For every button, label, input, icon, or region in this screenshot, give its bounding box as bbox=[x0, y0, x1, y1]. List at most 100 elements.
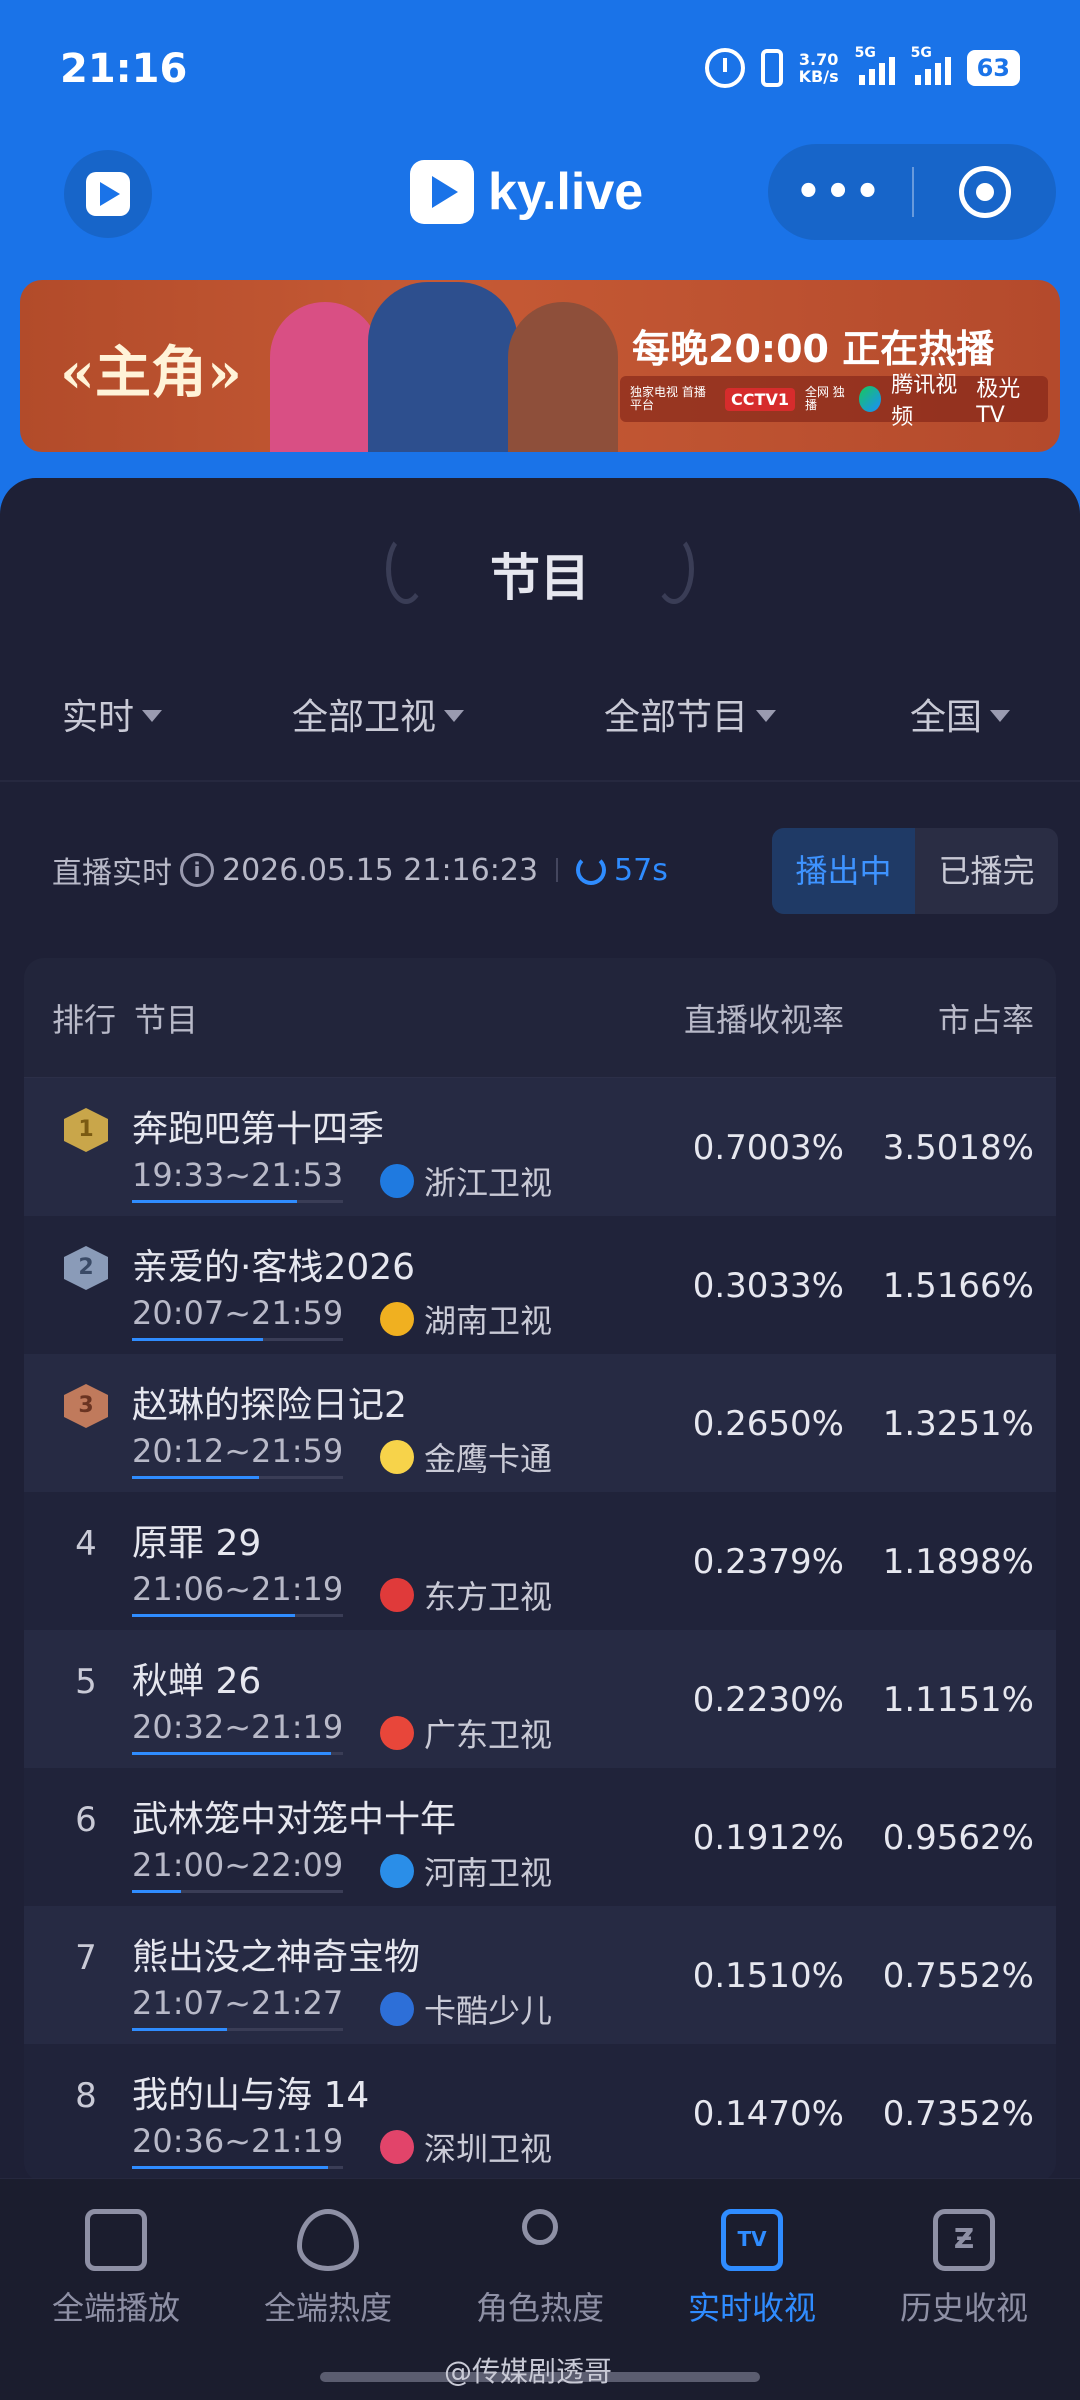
channel: 河南卫视 bbox=[380, 1848, 552, 1894]
signal-icon: 5G bbox=[855, 45, 895, 85]
rating-value: 0.1510% bbox=[692, 1956, 844, 1996]
rank-badge: 2 bbox=[64, 1246, 108, 1290]
channel: 卡酷少儿 bbox=[380, 1986, 552, 2032]
program-time-text: 21:00~22:09 bbox=[132, 1846, 344, 1884]
finished-tab[interactable]: 已播完 bbox=[915, 828, 1058, 914]
banner-actor-1 bbox=[270, 302, 380, 452]
program-time-text: 21:06~21:19 bbox=[132, 1570, 344, 1608]
channel: 湖南卫视 bbox=[380, 1296, 552, 1342]
channel-logo-icon bbox=[380, 1716, 414, 1750]
table-row[interactable]: 5 秋蝉 26 20:32~21:19 广东卫视 0.2230% 1.1151% bbox=[24, 1630, 1056, 1768]
program-name: 赵琳的探险日记2 bbox=[132, 1385, 407, 1426]
header-area: 21:16 3.70 KB/s 5G 5G 63 ky.live ••• «主角… bbox=[0, 0, 1080, 520]
rank-badge: 6 bbox=[75, 1800, 97, 1840]
alarm-icon bbox=[704, 48, 745, 88]
rank-badge: 5 bbox=[75, 1662, 97, 1702]
program-name: 武林笼中对笼中十年 bbox=[132, 1799, 457, 1840]
tab-live-rating[interactable]: TV 实时收视 bbox=[652, 2209, 852, 2329]
rank-badge: 7 bbox=[75, 1938, 97, 1978]
on-air-tab[interactable]: 播出中 bbox=[772, 828, 915, 914]
info-icon[interactable]: i bbox=[180, 853, 214, 887]
channel: 深圳卫视 bbox=[380, 2124, 552, 2170]
close-mini-program-button[interactable] bbox=[914, 166, 1056, 218]
channel: 浙江卫视 bbox=[380, 1158, 552, 1204]
sponsor-note: 独家电视 首播平台 bbox=[630, 385, 706, 412]
play-box-icon bbox=[85, 2209, 147, 2271]
rating-value: 0.2230% bbox=[692, 1680, 844, 1720]
caret-down-icon bbox=[756, 710, 777, 722]
header-rating[interactable]: 直播收视率 bbox=[684, 995, 844, 1041]
signal-label: 5G bbox=[854, 45, 876, 61]
app-nav-bar: ky.live ••• bbox=[0, 140, 1080, 250]
program-time: 21:00~22:09 bbox=[132, 1846, 344, 1893]
user-icon-wrap bbox=[509, 2209, 571, 2271]
battery-icon: 63 bbox=[966, 50, 1020, 86]
program-time-text: 20:07~21:59 bbox=[132, 1294, 344, 1332]
channel-name: 卡酷少儿 bbox=[424, 1992, 553, 2030]
brand-logo-icon bbox=[410, 160, 474, 224]
filter-programs[interactable]: 全部节目 bbox=[604, 688, 777, 740]
program-progress bbox=[132, 1752, 331, 1755]
watermark: @传媒剧透哥 bbox=[444, 2355, 613, 2388]
program-time: 20:12~21:59 bbox=[132, 1432, 344, 1479]
rating-value: 0.2650% bbox=[692, 1404, 844, 1444]
tab-history-rating[interactable]: Ƶ 历史收视 bbox=[864, 2209, 1064, 2329]
program-progress bbox=[132, 1476, 259, 1479]
program-time: 19:33~21:53 bbox=[132, 1156, 344, 1203]
banner-sponsors: 独家电视 首播平台 CCTV1 全网 独播 腾讯视频 极光TV bbox=[620, 373, 1048, 430]
refresh-icon[interactable] bbox=[576, 855, 607, 885]
filter-bar: 实时 全部卫视 全部节目 全国 bbox=[0, 688, 1080, 768]
table-row[interactable]: 7 熊出没之神奇宝物 21:07~21:27 卡酷少儿 0.1510% 0.7552% bbox=[24, 1906, 1056, 2044]
filter-label: 全部节目 bbox=[604, 697, 749, 738]
rating-value: 0.2379% bbox=[692, 1542, 844, 1582]
promo-banner[interactable]: «主角» 每晚20:00 正在热播 独家电视 首播平台 CCTV1 全网 独播 … bbox=[20, 280, 1060, 452]
program-name: 奔跑吧第十四季 bbox=[132, 1109, 385, 1150]
share-value: 1.1898% bbox=[882, 1542, 1034, 1582]
section-title: 节目 bbox=[490, 549, 590, 607]
app-home-button[interactable] bbox=[64, 150, 152, 238]
live-label: 直播实时 bbox=[52, 856, 172, 891]
filter-label: 实时 bbox=[62, 697, 135, 738]
share-value: 0.7552% bbox=[882, 1956, 1034, 1996]
status-icons: 3.70 KB/s 5G 5G 63 bbox=[704, 45, 1020, 88]
rank-badge: 4 bbox=[75, 1524, 97, 1564]
banner-actor-3 bbox=[508, 302, 618, 452]
tab-all-play[interactable]: 全端播放 bbox=[16, 2209, 216, 2329]
table-row[interactable]: 2 亲爱的·客栈2026 20:07~21:59 湖南卫视 0.3033% 1.5166% bbox=[24, 1216, 1056, 1354]
program-time: 21:07~21:27 bbox=[132, 1984, 344, 2031]
tab-role-heat[interactable]: 角色热度 bbox=[440, 2209, 640, 2329]
network-speed: 3.70 KB/s bbox=[799, 51, 839, 85]
filter-label: 全部卫视 bbox=[292, 697, 437, 738]
filter-channels[interactable]: 全部卫视 bbox=[292, 688, 465, 740]
filter-region[interactable]: 全国 bbox=[910, 688, 1011, 740]
status-bar: 21:16 3.70 KB/s 5G 5G 63 bbox=[0, 0, 1080, 140]
channel-name: 深圳卫视 bbox=[424, 2130, 553, 2168]
filter-time[interactable]: 实时 bbox=[62, 688, 163, 740]
channel-logo-icon bbox=[380, 1302, 414, 1336]
table-row[interactable]: 1 奔跑吧第十四季 19:33~21:53 浙江卫视 0.7003% 3.5018% bbox=[24, 1078, 1056, 1216]
divider bbox=[0, 780, 1080, 782]
refresh-countdown: 57s bbox=[614, 852, 668, 888]
table-row[interactable]: 3 赵琳的探险日记2 20:12~21:59 金鹰卡通 0.2650% 1.3251% bbox=[24, 1354, 1056, 1492]
status-time: 21:16 bbox=[60, 46, 188, 92]
play-logo-icon bbox=[86, 172, 130, 216]
brand-name: ky.live bbox=[488, 163, 644, 221]
tab-all-heat[interactable]: 全端热度 bbox=[228, 2209, 428, 2329]
ratings-card: 节目 实时 全部卫视 全部节目 全国 直播实时 i 2026.05.15 21:… bbox=[0, 478, 1080, 2182]
table-row[interactable]: 8 我的山与海 14 20:36~21:19 深圳卫视 0.1470% 0.7352% bbox=[24, 2044, 1056, 2182]
program-name: 原罪 29 bbox=[132, 1523, 262, 1564]
header-share[interactable]: 市占率 bbox=[938, 995, 1034, 1041]
share-value: 1.5166% bbox=[882, 1266, 1034, 1306]
user-icon bbox=[522, 2209, 558, 2245]
header-program: 节目 bbox=[134, 1000, 199, 1039]
channel-logo-icon bbox=[380, 1164, 414, 1198]
table-row[interactable]: 6 武林笼中对笼中十年 21:00~22:09 河南卫视 0.1912% 0.9562% bbox=[24, 1768, 1056, 1906]
table-body: 1 奔跑吧第十四季 19:33~21:53 浙江卫视 0.7003% 3.5018% 2 亲爱… bbox=[24, 1078, 1056, 2182]
tab-label: 全端播放 bbox=[51, 2289, 180, 2327]
table-row[interactable]: 4 原罪 29 21:06~21:19 东方卫视 0.2379% 1.1898% bbox=[24, 1492, 1056, 1630]
program-progress bbox=[132, 1890, 181, 1893]
more-options-button[interactable]: ••• bbox=[768, 169, 912, 215]
channel-logo-icon bbox=[380, 1440, 414, 1474]
tv-icon: TV bbox=[721, 2209, 783, 2271]
share-value: 1.3251% bbox=[882, 1404, 1034, 1444]
